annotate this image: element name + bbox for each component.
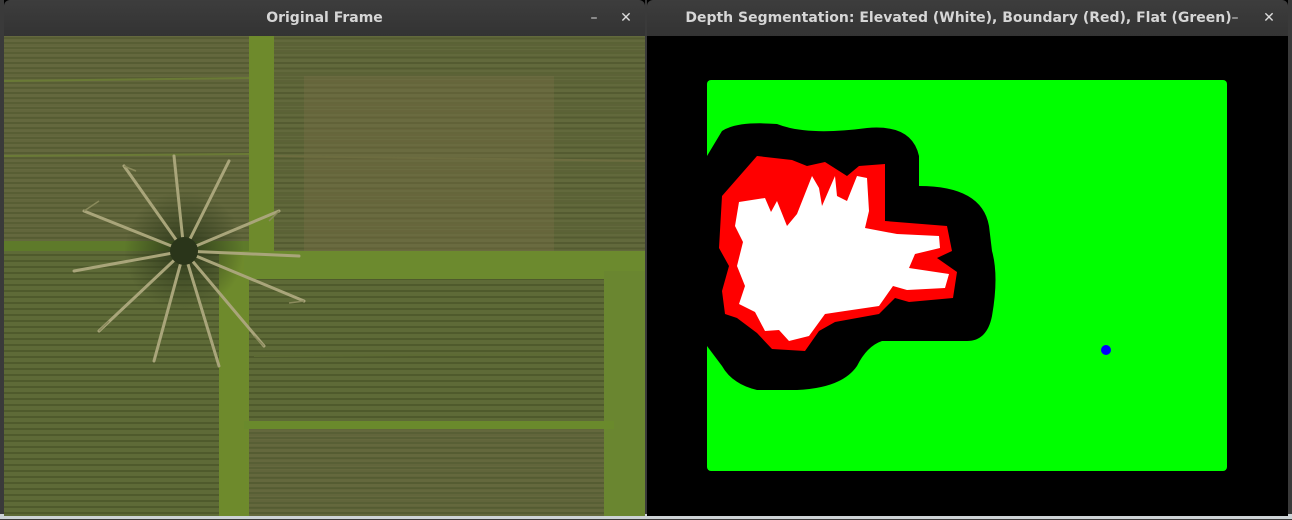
aerial-field-image xyxy=(3,36,646,516)
target-marker xyxy=(1101,345,1111,355)
original-frame-view xyxy=(3,36,646,516)
original-frame-window[interactable]: Original Frame – ✕ xyxy=(3,0,646,516)
close-icon[interactable]: ✕ xyxy=(616,8,636,28)
minimize-icon[interactable]: – xyxy=(1225,8,1245,28)
window-title: Original Frame xyxy=(266,10,383,26)
titlebar[interactable]: Depth Segmentation: Elevated (White), Bo… xyxy=(647,0,1288,37)
titlebar[interactable]: Original Frame – ✕ xyxy=(4,0,645,37)
segmentation-mask xyxy=(647,36,1288,516)
depth-segmentation-window[interactable]: Depth Segmentation: Elevated (White), Bo… xyxy=(647,0,1288,516)
segmentation-view xyxy=(647,36,1288,516)
close-icon[interactable]: ✕ xyxy=(1259,8,1279,28)
minimize-icon[interactable]: – xyxy=(584,8,604,28)
window-title: Depth Segmentation: Elevated (White), Bo… xyxy=(685,10,1232,26)
